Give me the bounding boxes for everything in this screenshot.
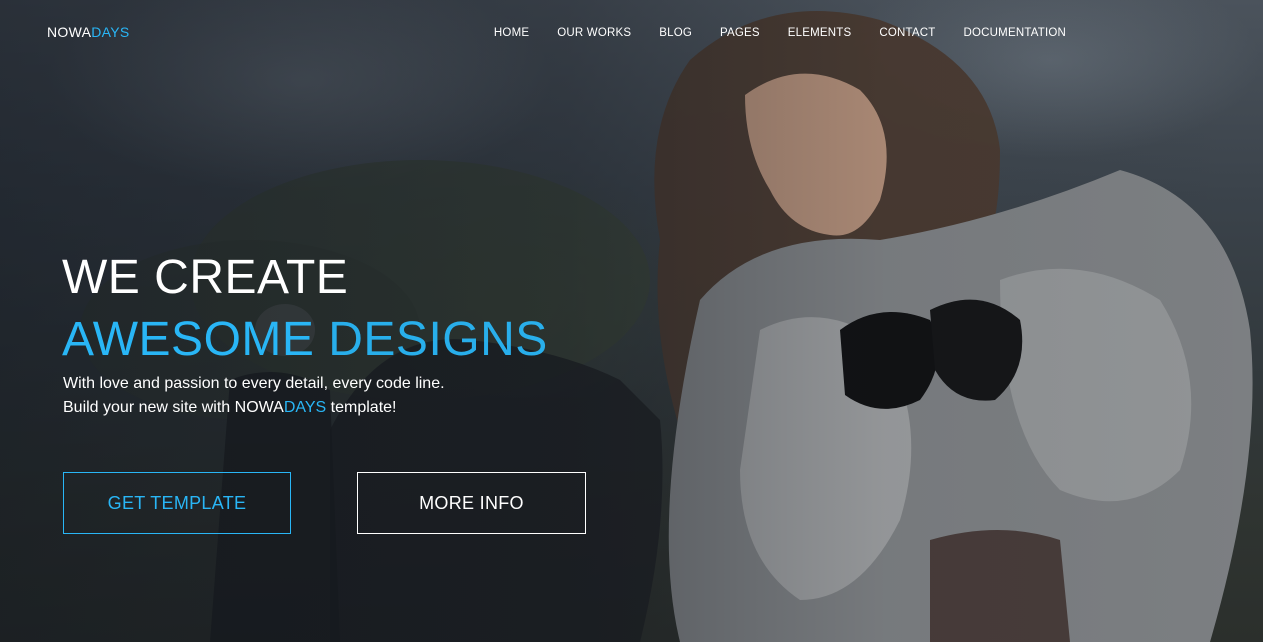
site-header: NOWADAYS HOME OUR WORKS BLOG PAGES ELEME… [0, 0, 1263, 68]
hero-lead-line2: Build your new site with NOWADAYS templa… [63, 396, 445, 420]
hero-section: NOWADAYS HOME OUR WORKS BLOG PAGES ELEME… [0, 0, 1263, 642]
hero-title-light: DESIGNS [328, 313, 548, 366]
hero-title-line2: AWESOME DESIGNS [62, 310, 548, 370]
site-logo[interactable]: NOWADAYS [47, 24, 130, 40]
nav-our-works[interactable]: OUR WORKS [557, 27, 631, 39]
get-template-button[interactable]: GET TEMPLATE [63, 472, 291, 534]
lead-brand-accent: DAYS [283, 399, 327, 416]
main-navigation: HOME OUR WORKS BLOG PAGES ELEMENTS CONTA… [494, 27, 1066, 39]
nav-home[interactable]: HOME [494, 27, 529, 39]
hero-lead-line1: With love and passion to every detail, e… [63, 375, 445, 392]
nav-blog[interactable]: BLOG [659, 27, 692, 39]
lead-brand-main: NOWA [234, 399, 284, 416]
lead-after-text: template! [326, 399, 397, 416]
nav-elements[interactable]: ELEMENTS [788, 27, 852, 39]
hero-title-strong: AWESOME [62, 313, 315, 366]
more-info-button[interactable]: MORE INFO [357, 472, 586, 534]
logo-main-text: NOWA [47, 24, 92, 40]
lead-before-text: Build your new site with [63, 399, 235, 416]
nav-pages[interactable]: PAGES [720, 27, 760, 39]
logo-accent-text: DAYS [91, 24, 130, 40]
nav-contact[interactable]: CONTACT [879, 27, 935, 39]
nav-documentation[interactable]: DOCUMENTATION [964, 27, 1066, 39]
hero-lead-text: With love and passion to every detail, e… [63, 372, 445, 420]
hero-title-line1: WE CREATE [62, 251, 349, 304]
